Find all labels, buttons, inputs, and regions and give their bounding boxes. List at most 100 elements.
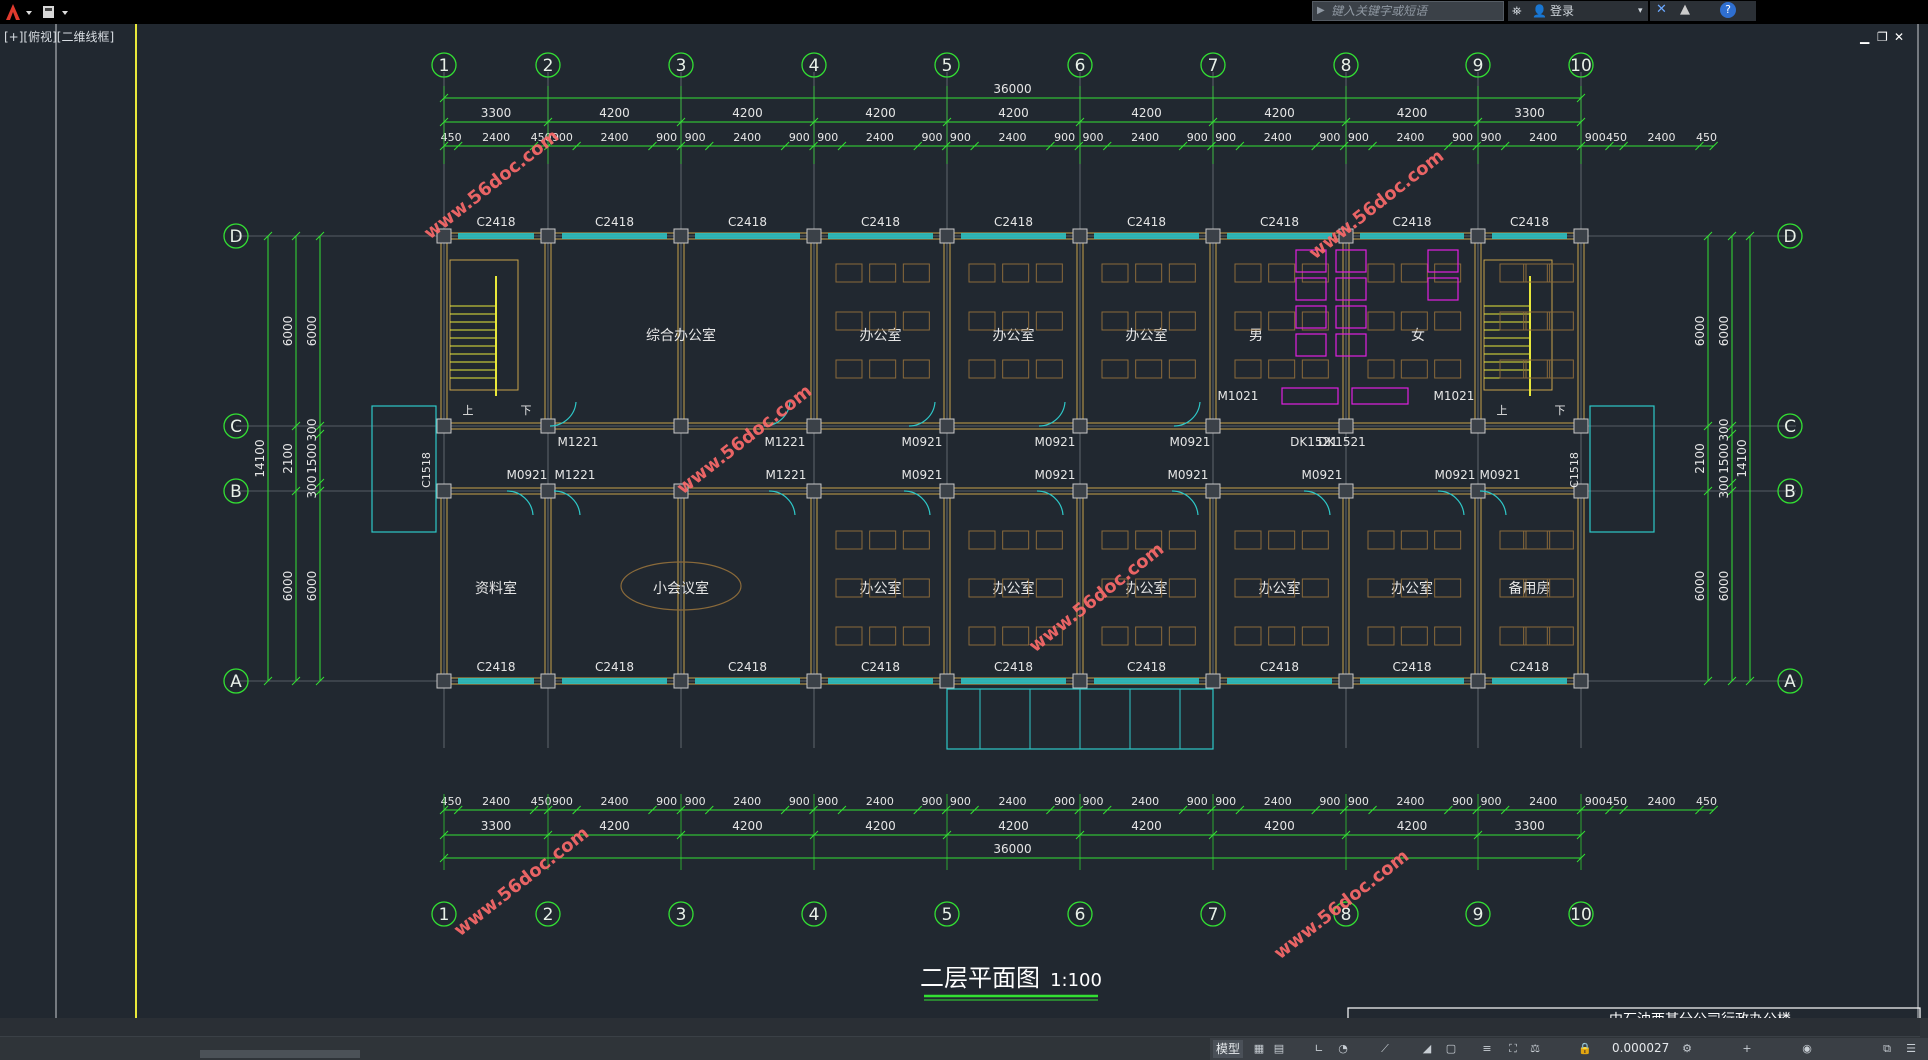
vdim-right-b-label: 300 [1717, 476, 1731, 499]
quick-access-toolbar[interactable] [40, 2, 74, 22]
menu-icon[interactable]: ☰ [1904, 1042, 1918, 1056]
desk [1367, 530, 1395, 550]
window-bottom-8 [1360, 678, 1464, 684]
toilet-door-label: M1021 [1434, 389, 1475, 403]
osnap-icon[interactable]: ⟋ [1378, 1042, 1392, 1056]
a360-icon[interactable]: ▲ [1680, 2, 1690, 17]
lock-icon[interactable]: 🔒 [1578, 1042, 1592, 1056]
desk [1301, 311, 1329, 331]
room-label-bottom: 备用房 [1509, 580, 1551, 597]
desk [1035, 311, 1063, 331]
column [1573, 673, 1589, 689]
polar-icon[interactable]: ◔ [1336, 1042, 1350, 1056]
desk [1400, 530, 1428, 550]
axis-bubble-bottom-2: 2 [543, 905, 554, 925]
desk [1434, 626, 1462, 646]
dim-sub-top-label: 2400 [482, 131, 510, 144]
scale-icon[interactable]: ⚖ [1528, 1042, 1542, 1056]
desk [1135, 626, 1163, 646]
desk [1434, 263, 1462, 283]
desk [835, 530, 863, 550]
desk [1546, 530, 1574, 550]
dim-bays-bottom-label: 4200 [865, 819, 896, 833]
app-menu-button[interactable] [2, 2, 36, 22]
window-bottom-9 [1492, 678, 1567, 684]
plus-icon[interactable]: + [1740, 1042, 1754, 1056]
vdim-right-total-label: 14100 [1735, 439, 1749, 477]
column [939, 483, 955, 499]
login-button[interactable]: ⛯ 👤 登录 ▾ [1508, 1, 1648, 21]
toilet-door-label: M1021 [1218, 389, 1259, 403]
desk [1499, 626, 1527, 646]
desk [1234, 626, 1262, 646]
dim-sub-bottom-label: 2400 [999, 795, 1027, 808]
horizontal-scrollbar[interactable] [200, 1050, 360, 1058]
door-swing [506, 490, 534, 516]
dim-sub-bottom-label: 900 [1054, 795, 1075, 808]
toilet-stall [1335, 333, 1367, 357]
dim-sub-bottom-label: 900 [921, 795, 942, 808]
desk [1268, 263, 1296, 283]
toilet-stall [1295, 333, 1327, 357]
vdim-right-b-label: 6000 [1717, 571, 1731, 602]
dim-sub-bottom-label: 2400 [866, 795, 894, 808]
desk [1499, 263, 1527, 283]
dim-sub-top-label: 450 [1606, 131, 1627, 144]
isolate-icon[interactable]: ◉ [1800, 1042, 1814, 1056]
dim-bays-top-label: 4200 [1131, 106, 1162, 120]
ortho-icon[interactable]: ∟ [1312, 1042, 1326, 1056]
workspace-gear-icon[interactable]: ⚙ [1680, 1042, 1694, 1056]
snap-icon[interactable]: ▤ [1272, 1042, 1286, 1056]
desk [968, 359, 996, 379]
desk [1234, 578, 1262, 598]
door-c-label: M0921 [1170, 435, 1211, 449]
window-bottom-7 [1227, 678, 1332, 684]
dim-sub-bottom-label: 900 [950, 795, 971, 808]
chevron-down-icon: ▾ [1638, 6, 1643, 16]
grid-icon[interactable]: ▦ [1252, 1042, 1266, 1056]
search-input[interactable]: ▶ 键入关键字或短语 [1312, 1, 1504, 21]
dim-sub-top-label: 2400 [733, 131, 761, 144]
drawing-canvas[interactable]: 1122334455667788991010D DC CB BA A360003300 4… [0, 24, 1928, 1018]
axis-bubble-bottom-7: 7 [1208, 905, 1219, 925]
dynamic-input-icon[interactable]: ◢ [1420, 1042, 1434, 1056]
help-icon[interactable]: ? [1720, 2, 1736, 18]
window-bottom-label: C2418 [728, 660, 767, 674]
dim-sub-bottom-label: 900 [789, 795, 810, 808]
vdim-left-b-label: 300 [305, 419, 319, 442]
desk [1101, 530, 1129, 550]
desk [1367, 311, 1395, 331]
door-b-label: M0921 [1302, 468, 1343, 482]
dim-sub-bottom-label: 900 [1585, 795, 1606, 808]
axis-bubble-bottom-9: 9 [1473, 905, 1484, 925]
lineweight-icon[interactable]: ▢ [1444, 1042, 1458, 1056]
model-space-button[interactable]: 模型 [1213, 1040, 1243, 1058]
user-icon: 👤 [1532, 4, 1547, 18]
vdim-right-b-label: 300 [1717, 419, 1731, 442]
desk [968, 311, 996, 331]
annotation-icon[interactable]: ⛶ [1506, 1042, 1520, 1056]
desk [1234, 530, 1262, 550]
annotation-scale[interactable]: 0.000027 [1612, 1041, 1669, 1055]
dim-total-top-label: 36000 [993, 82, 1031, 96]
desk [1301, 626, 1329, 646]
window-bottom-label: C2418 [1393, 660, 1432, 674]
binoculars-icon: ⛯ [1512, 4, 1522, 18]
fullscreen-icon[interactable]: ⧉ [1880, 1042, 1894, 1056]
window-top-4 [828, 233, 933, 239]
window-top-1 [458, 233, 534, 239]
dim-sub-top-label: 2400 [1648, 131, 1676, 144]
column [673, 228, 689, 244]
dim-sub-bottom-label: 900 [817, 795, 838, 808]
dim-sub-bottom-label: 900 [552, 795, 573, 808]
dim-sub-top-label: 900 [1054, 131, 1075, 144]
dim-sub-bottom-label: 900 [1083, 795, 1104, 808]
column [1072, 483, 1088, 499]
door-b-label: M0921 [1168, 468, 1209, 482]
desk [1168, 311, 1196, 331]
exchange-icon[interactable]: ✕ [1656, 2, 1667, 17]
properties-icon[interactable]: ≡ [1480, 1042, 1494, 1056]
desk [1523, 530, 1551, 550]
axis-bubble-bottom-1: 1 [439, 905, 450, 925]
window-top-label: C2418 [1393, 215, 1432, 229]
